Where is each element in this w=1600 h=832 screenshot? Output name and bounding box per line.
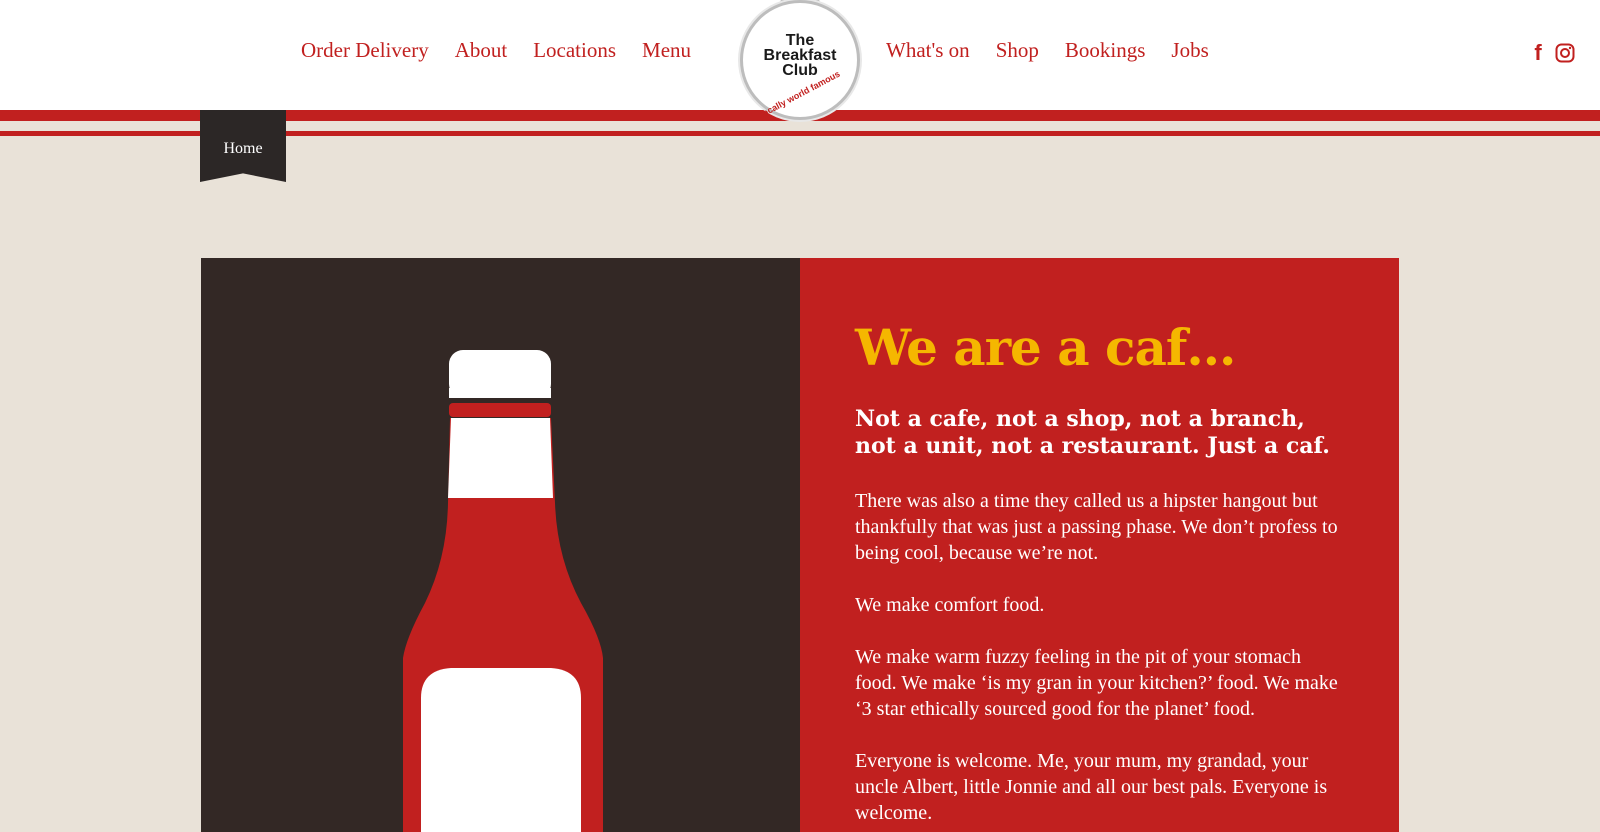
nav-locations[interactable]: Locations (533, 38, 616, 63)
ketchup-illustration-panel (201, 258, 800, 832)
breadcrumb-home[interactable]: Home (200, 140, 286, 158)
primary-nav-left: Order Delivery About Locations Menu (301, 38, 691, 63)
primary-nav-right: What's on Shop Bookings Jobs (886, 38, 1209, 63)
nav-menu[interactable]: Menu (642, 38, 691, 63)
nav-bookings[interactable]: Bookings (1065, 38, 1146, 63)
intro-paragraph: There was also a time they called us a h… (855, 490, 1338, 564)
breadcrumb-ribbon[interactable]: Home (200, 110, 286, 182)
intro-paragraph: We make warm fuzzy feeling in the pit of… (855, 646, 1338, 720)
instagram-icon[interactable] (1554, 42, 1576, 64)
intro-paragraph: We make comfort food. (855, 594, 1045, 616)
site-logo[interactable]: The Breakfast Club locally world famous (740, 0, 860, 120)
intro-paragraph: Everyone is welcome. Me, your mum, my gr… (855, 750, 1328, 824)
intro-text-panel: We are a caf… Not a cafe, not a shop, no… (800, 258, 1399, 832)
page-headline: We are a caf… (855, 318, 1236, 377)
nav-order-delivery[interactable]: Order Delivery (301, 38, 429, 63)
nav-about[interactable]: About (455, 38, 508, 63)
intro-body: There was also a time they called us a h… (855, 488, 1345, 832)
nav-whats-on[interactable]: What's on (886, 38, 970, 63)
nav-jobs[interactable]: Jobs (1171, 38, 1208, 63)
facebook-icon[interactable]: f (1531, 42, 1545, 64)
nav-shop[interactable]: Shop (996, 38, 1039, 63)
page-subheading: Not a cafe, not a shop, not a branch, no… (855, 406, 1330, 459)
ketchup-bottle-illustration (403, 350, 603, 832)
